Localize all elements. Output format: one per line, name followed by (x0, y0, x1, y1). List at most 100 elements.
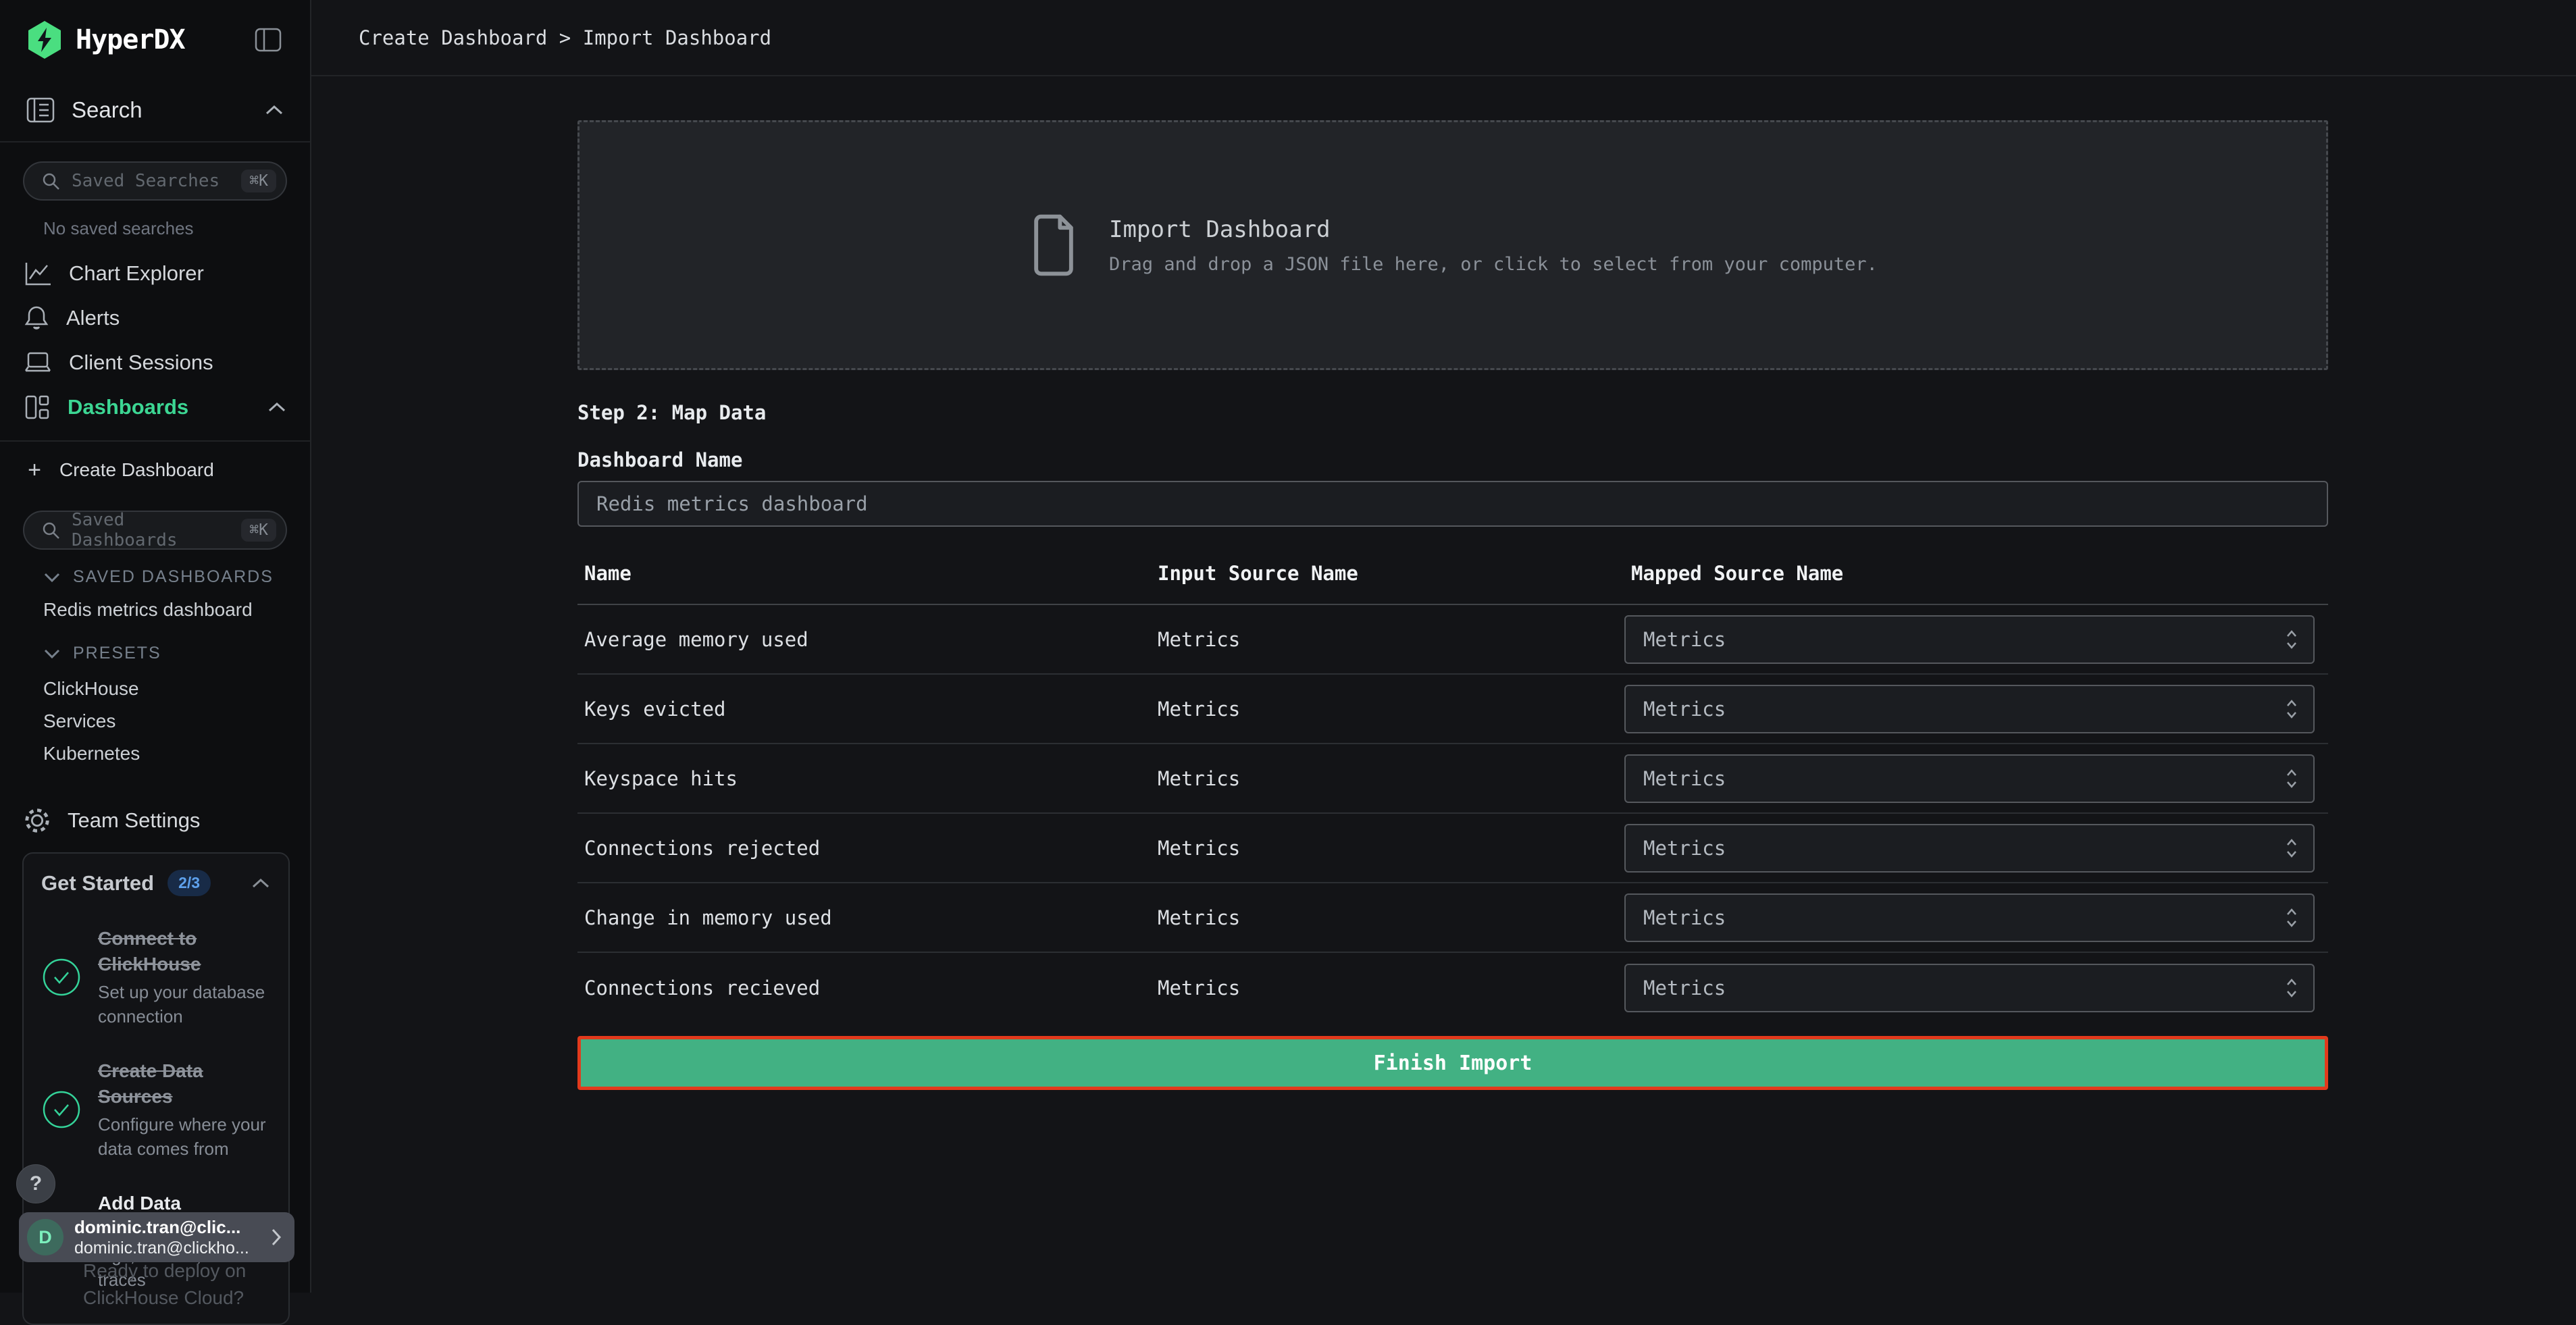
team-settings-button[interactable]: Team Settings (0, 798, 310, 843)
saved-searches-placeholder: Saved Searches (72, 171, 230, 191)
table-row: Keys evicted Metrics Metrics (577, 675, 2328, 744)
app-window: HyperDX Search (0, 0, 2576, 1293)
get-started-item-subtitle: Configure where your data comes from (98, 1112, 271, 1161)
shortcut-badge: ⌘K (241, 170, 276, 192)
chevron-up-icon (264, 104, 284, 116)
mapped-source-value: Metrics (1643, 767, 2284, 790)
sidebar-section-search[interactable]: Search (0, 79, 310, 142)
row-name: Connections rejected (577, 837, 1151, 860)
check-circle-icon (41, 926, 82, 1029)
select-chevrons-icon (2284, 835, 2300, 861)
create-dashboard-label: Create Dashboard (59, 459, 214, 481)
finish-import-button[interactable]: Finish Import (577, 1036, 2328, 1090)
user-email: dominic.tran@clickho... (74, 1238, 259, 1258)
mapped-source-select[interactable]: Metrics (1624, 964, 2315, 1012)
chevron-up-icon (267, 401, 287, 413)
dropzone-title: Import Dashboard (1109, 216, 1878, 243)
row-name: Connections recieved (577, 977, 1151, 999)
get-started-title: Get Started (41, 871, 154, 895)
column-header-input-source: Input Source Name (1151, 562, 1624, 585)
preset-item-services[interactable]: Services (43, 705, 310, 737)
select-chevrons-icon (2284, 766, 2300, 791)
select-chevrons-icon (2284, 627, 2300, 652)
saved-dashboards-input[interactable]: Saved Dashboards ⌘K (23, 511, 287, 550)
saved-dashboards-placeholder: Saved Dashboards (72, 510, 230, 550)
mapped-source-value: Metrics (1643, 977, 2284, 999)
app-logo[interactable]: HyperDX (26, 20, 185, 60)
preset-item-clickhouse[interactable]: ClickHouse (43, 673, 310, 705)
mapping-table-body: Average memory used Metrics Metrics Keys… (577, 605, 2328, 1022)
row-input-source: Metrics (1151, 698, 1624, 721)
user-name: dominic.tran@clic... (74, 1216, 259, 1238)
sidebar-item-dashboards[interactable]: Dashboards (0, 385, 310, 430)
saved-dashboards-group-header[interactable]: SAVED DASHBOARDS (43, 567, 310, 587)
chevron-down-icon (43, 572, 61, 583)
chevron-right-icon (270, 1227, 282, 1247)
get-started-item-connect[interactable]: Connect to ClickHouse Set up your databa… (41, 926, 271, 1029)
table-row: Connections rejected Metrics Metrics (577, 814, 2328, 883)
get-started-item-title: Connect to ClickHouse (98, 926, 271, 977)
preset-item-kubernetes[interactable]: Kubernetes (43, 737, 310, 770)
presets-group-header[interactable]: PRESETS (43, 644, 310, 663)
mapped-source-select[interactable]: Metrics (1624, 754, 2315, 803)
row-input-source: Metrics (1151, 628, 1624, 651)
sidebar-item-alerts[interactable]: Alerts (0, 296, 310, 340)
row-input-source: Metrics (1151, 767, 1624, 790)
nav-label: Alerts (66, 306, 287, 330)
mapped-source-select[interactable]: Metrics (1624, 893, 2315, 942)
dashboards-icon (23, 393, 51, 421)
table-row: Keyspace hits Metrics Metrics (577, 744, 2328, 814)
get-started-header[interactable]: Get Started 2/3 (41, 870, 271, 896)
table-header-row: Name Input Source Name Mapped Source Nam… (577, 543, 2328, 605)
json-file-dropzone[interactable]: Import Dashboard Drag and drop a JSON fi… (577, 120, 2328, 370)
dashboard-name-input[interactable]: Redis metrics dashboard (577, 481, 2328, 527)
search-icon (41, 171, 61, 191)
row-input-source: Metrics (1151, 837, 1624, 860)
progress-badge: 2/3 (168, 870, 211, 896)
group-label: SAVED DASHBOARDS (73, 567, 274, 587)
select-chevrons-icon (2284, 696, 2300, 722)
sidebar-collapse-icon[interactable] (252, 25, 284, 55)
dropzone-subtitle: Drag and drop a JSON file here, or click… (1109, 254, 1878, 275)
sidebar-item-client-sessions[interactable]: Client Sessions (0, 340, 310, 385)
saved-dashboard-item[interactable]: Redis metrics dashboard (43, 599, 310, 621)
gear-icon (23, 806, 51, 835)
footer-line: ClickHouse Cloud? (83, 1284, 286, 1311)
mapped-source-select[interactable]: Metrics (1624, 685, 2315, 733)
table-row: Average memory used Metrics Metrics (577, 605, 2328, 675)
mapped-source-select[interactable]: Metrics (1624, 615, 2315, 664)
sidebar-item-chart-explorer[interactable]: Chart Explorer (0, 251, 310, 296)
topbar: Create Dashboard > Import Dashboard (311, 0, 2576, 76)
shortcut-badge: ⌘K (241, 519, 276, 542)
mapped-source-value: Metrics (1643, 837, 2284, 860)
row-input-source: Metrics (1151, 906, 1624, 929)
row-input-source: Metrics (1151, 977, 1624, 999)
dashboard-name-label: Dashboard Name (577, 448, 2328, 471)
sidebar: HyperDX Search (0, 0, 311, 1293)
help-button[interactable]: ? (16, 1164, 55, 1203)
source-mapping-table: Name Input Source Name Mapped Source Nam… (577, 543, 2328, 1022)
create-dashboard-button[interactable]: + Create Dashboard (0, 448, 310, 492)
mapped-source-select[interactable]: Metrics (1624, 824, 2315, 873)
hyperdx-logo-icon (26, 20, 63, 60)
bell-icon (23, 304, 50, 332)
user-account-chip[interactable]: D dominic.tran@clic... dominic.tran@clic… (19, 1212, 294, 1262)
step-heading: Step 2: Map Data (577, 401, 2328, 424)
group-label: PRESETS (73, 644, 161, 663)
chevron-down-icon (43, 648, 61, 659)
saved-searches-input[interactable]: Saved Searches ⌘K (23, 161, 287, 201)
dashboard-name-value: Redis metrics dashboard (596, 492, 868, 515)
get-started-item-sources[interactable]: Create Data Sources Configure where your… (41, 1058, 271, 1161)
get-started-item-title: Create Data Sources (98, 1058, 271, 1110)
chevron-up-icon (251, 877, 271, 889)
sidebar-logo-row: HyperDX (0, 0, 310, 79)
table-row: Connections recieved Metrics Metrics (577, 953, 2328, 1022)
sidebar-nav: Chart Explorer Alerts Cl (0, 251, 310, 430)
mapped-source-value: Metrics (1643, 628, 2284, 651)
search-section-label: Search (72, 97, 248, 123)
nav-label: Client Sessions (69, 350, 287, 375)
select-chevrons-icon (2284, 905, 2300, 931)
row-name: Change in memory used (577, 906, 1151, 929)
search-section-icon (26, 96, 55, 124)
import-dashboard-content: Import Dashboard Drag and drop a JSON fi… (577, 76, 2328, 1090)
